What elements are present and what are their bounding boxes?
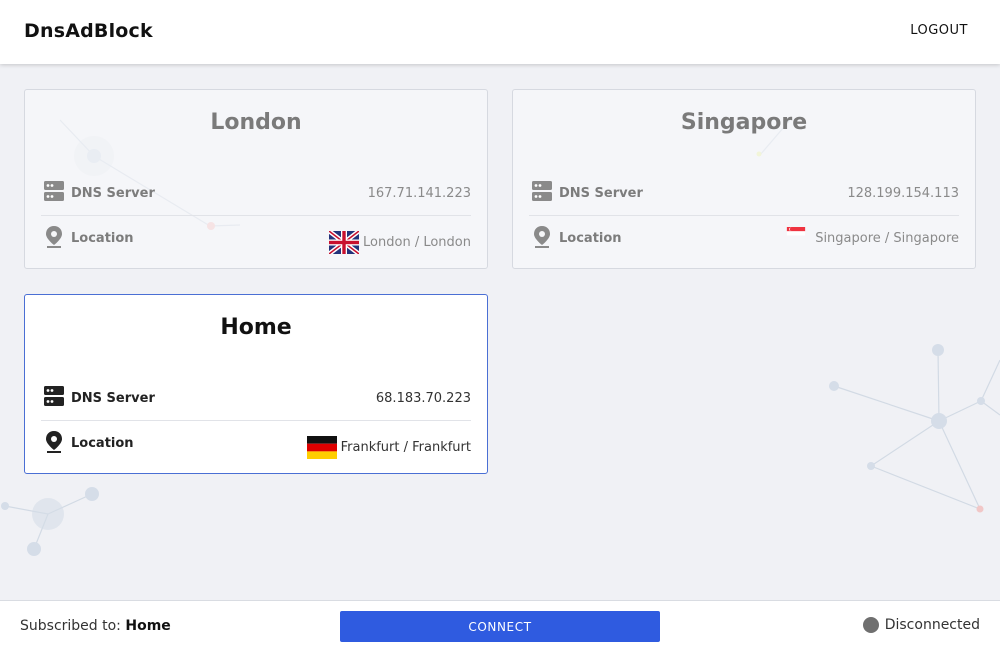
location-pin-icon [534, 226, 550, 248]
dns-server-label: DNS Server [559, 186, 643, 201]
dns-server-row: DNS Server 128.199.154.113 [529, 172, 959, 216]
server-icon [44, 181, 64, 201]
location-label: Location [71, 436, 134, 451]
logout-button[interactable]: LOGOUT [910, 23, 968, 38]
connection-footer-bar: Subscribed to: Home CONNECT Disconnected [0, 600, 1000, 650]
server-icon [532, 181, 552, 201]
location-row: Location Frankfurt / Frankfurt [41, 422, 471, 466]
location-value: Singapore / Singapore [815, 231, 959, 246]
subscribed-label: Subscribed to: [20, 618, 121, 634]
server-card-london[interactable]: London DNS Server 167.71.141.223 Locatio… [24, 89, 488, 269]
location-value-wrap: Singapore / Singapore [781, 227, 959, 246]
location-value: London / London [363, 235, 471, 250]
server-name: Singapore [680, 110, 808, 135]
singapore-flag-icon [787, 227, 806, 236]
location-row: Location London / London [41, 217, 471, 261]
location-pin-icon [46, 226, 62, 248]
location-label: Location [559, 231, 622, 246]
app-brand: DnsAdBlock [24, 20, 153, 42]
dns-server-row: DNS Server 167.71.141.223 [41, 172, 471, 216]
dns-server-value: 167.71.141.223 [367, 186, 471, 201]
server-name: London [210, 110, 302, 135]
subscribed-server: Home [125, 618, 171, 634]
server-card-singapore[interactable]: Singapore DNS Server 128.199.154.113 Loc… [512, 89, 976, 269]
location-row: Location Singapore / Singapore [529, 217, 959, 261]
location-value: Frankfurt / Frankfurt [340, 440, 471, 455]
connection-status: Disconnected [862, 617, 980, 633]
subscription-info: Subscribed to: Home [20, 618, 171, 634]
location-label: Location [71, 231, 134, 246]
uk-flag-icon [329, 231, 360, 254]
dns-server-label: DNS Server [71, 391, 155, 406]
server-icon [44, 386, 64, 406]
status-label: Disconnected [884, 617, 980, 633]
connect-button[interactable]: CONNECT [340, 611, 660, 642]
status-dot-icon [862, 617, 879, 633]
top-app-bar: DnsAdBlock LOGOUT [0, 0, 1000, 64]
location-value-wrap: London / London [329, 231, 471, 254]
dns-server-value: 128.199.154.113 [847, 186, 959, 201]
dns-server-label: DNS Server [71, 186, 155, 201]
location-value-wrap: Frankfurt / Frankfurt [306, 436, 471, 459]
germany-flag-icon [306, 436, 337, 459]
server-card-home[interactable]: Home DNS Server 68.183.70.223 Location F… [24, 294, 488, 474]
dns-server-value: 68.183.70.223 [375, 391, 471, 406]
server-name: Home [220, 315, 292, 340]
location-pin-icon [46, 431, 62, 453]
dns-server-row: DNS Server 68.183.70.223 [41, 377, 471, 421]
